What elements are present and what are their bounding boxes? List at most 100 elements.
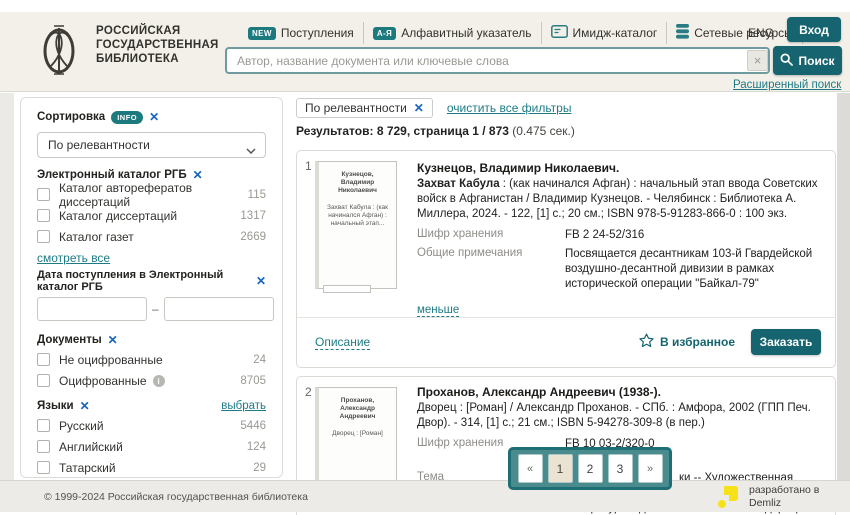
documents-section-title: Документы: [37, 334, 102, 346]
brand-line-1: РОССИЙСКАЯ: [96, 24, 219, 38]
nav-image-catalog-label: Имидж-каталог: [573, 26, 658, 40]
languages-section-title: Языки: [37, 400, 74, 412]
add-to-favorites-button[interactable]: В избранное: [639, 333, 735, 351]
languages-remove-icon[interactable]: ✕: [80, 399, 90, 413]
choose-languages-link[interactable]: выбрать: [221, 400, 266, 412]
search-icon: [780, 53, 793, 69]
filter-label[interactable]: Не оцифрованные: [59, 353, 163, 367]
date-to-input[interactable]: [164, 297, 274, 321]
demliz-logo-icon: [716, 484, 740, 515]
filter-label[interactable]: Оцифрованные: [59, 374, 147, 388]
filter-label[interactable]: Татарский: [59, 461, 116, 475]
result-actions: Описание В избранное Заказать: [315, 325, 821, 359]
filter-label[interactable]: Каталог газет: [59, 230, 134, 244]
brand-line-3: БИБЛИОТЕКА: [96, 52, 219, 66]
filter-row: Каталог газет 2669: [37, 226, 266, 247]
checkbox[interactable]: [37, 209, 50, 222]
pagination-next-button[interactable]: »: [638, 454, 663, 483]
nav-item-image-catalog[interactable]: Имидж-каталог: [551, 25, 658, 41]
checkbox[interactable]: [37, 374, 50, 387]
filter-chip[interactable]: По релевантности ✕: [296, 98, 433, 118]
star-icon: [639, 333, 654, 351]
developer-line-2: Demliz: [749, 497, 819, 510]
info-circle-icon[interactable]: i: [153, 375, 165, 387]
pagination-prev-button[interactable]: «: [518, 454, 543, 483]
filter-chip-remove-icon[interactable]: ✕: [414, 101, 424, 115]
field-row: Шифр хранения FB 2 24-52/316: [417, 228, 823, 243]
nav-divider: [363, 22, 364, 44]
filter-row: Татарский 29: [37, 457, 266, 478]
login-button[interactable]: Вход: [787, 17, 841, 42]
filter-row: Русский 5446: [37, 415, 266, 436]
result-title[interactable]: Кузнецов, Владимир Николаевич.: [417, 161, 823, 175]
field-row: Общие примечания Посвящается десантникам…: [417, 247, 823, 292]
see-all-link[interactable]: смотреть все: [37, 251, 110, 265]
checkbox[interactable]: [37, 353, 50, 366]
search-button-label: Поиск: [798, 54, 834, 68]
catalog-section-title: Электронный каталог РГБ: [37, 169, 187, 181]
filter-count: 24: [253, 354, 266, 366]
results-summary: Результатов: 8 729, страница 1 / 873 (0.…: [296, 124, 575, 138]
nav-alphabet-label: Алфавитный указатель: [401, 26, 531, 40]
search-button[interactable]: Поиск: [773, 46, 842, 75]
active-filters-row: По релевантности ✕ очистить все фильтры: [296, 98, 571, 118]
documents-remove-icon[interactable]: ✕: [108, 333, 118, 347]
filter-row: Английский 124: [37, 436, 266, 457]
result-number: 1: [305, 159, 312, 173]
footer: © 1999-2024 Российская государственная б…: [0, 480, 850, 512]
developer-text: разработано в Demliz: [749, 484, 819, 515]
filter-label[interactable]: Английский: [59, 440, 123, 454]
clear-all-filters-link[interactable]: очистить все фильтры: [447, 101, 572, 115]
checkbox[interactable]: [37, 461, 50, 474]
filter-row: Каталог авторефератов диссертаций 115: [37, 184, 266, 205]
advanced-search-link[interactable]: Расширенный поиск: [733, 79, 841, 91]
sort-remove-icon[interactable]: ✕: [149, 110, 159, 124]
filter-row: Не оцифрованные 24: [37, 349, 266, 370]
info-badge[interactable]: INFO: [111, 111, 143, 124]
field-value: FB 2 24-52/316: [565, 228, 823, 243]
date-section-title: Дата поступления в Электронный каталог Р…: [37, 269, 250, 293]
filter-label[interactable]: Русский: [59, 419, 104, 433]
search-clear-icon[interactable]: ×: [747, 50, 768, 71]
filter-count: 29: [253, 462, 266, 474]
card-divider: [297, 317, 835, 318]
date-from-input[interactable]: [37, 297, 147, 321]
nav-item-arrivals[interactable]: NEW Поступления: [248, 26, 354, 40]
filter-count: 8705: [240, 375, 266, 387]
checkbox[interactable]: [37, 230, 50, 243]
filter-label[interactable]: Каталог диссертаций: [59, 209, 177, 223]
filter-label[interactable]: Каталог авторефератов диссертаций: [59, 181, 248, 209]
checkbox[interactable]: [37, 419, 50, 432]
field-value: Посвящается десантникам 103-й Гвардейско…: [565, 247, 823, 292]
nav-item-alphabet-index[interactable]: А-Я Алфавитный указатель: [373, 26, 532, 40]
search-input[interactable]: [225, 47, 770, 74]
language-switch[interactable]: ENG: [748, 26, 774, 40]
filter-count: 115: [248, 189, 266, 201]
description-link[interactable]: Описание: [315, 335, 370, 350]
nav-item-network-resources[interactable]: Сетевые ресурсы: [676, 24, 793, 42]
show-less-link[interactable]: меньше: [417, 304, 459, 317]
brand-line-2: ГОСУДАРСТВЕННАЯ: [96, 38, 219, 52]
header: РОССИЙСКАЯ ГОСУДАРСТВЕННАЯ БИБЛИОТЕКА NE…: [0, 12, 850, 92]
right-scroll-gutter[interactable]: [837, 93, 850, 480]
page: РОССИЙСКАЯ ГОСУДАРСТВЕННАЯ БИБЛИОТЕКА NE…: [0, 0, 850, 515]
pagination-page-3[interactable]: 3: [608, 454, 633, 483]
checkbox[interactable]: [37, 440, 50, 453]
thumb-title: Дворец : [Роман]: [324, 430, 391, 438]
filter-row: Оцифрованные i 8705: [37, 370, 266, 391]
pagination-page-2[interactable]: 2: [578, 454, 603, 483]
nav-arrivals-label: Поступления: [281, 26, 354, 40]
book-cover-thumbnail[interactable]: Кузнецов, Владимир Николаевич Захват Каб…: [315, 161, 397, 289]
checkbox[interactable]: [37, 188, 50, 201]
rgb-logo-icon: [30, 18, 88, 82]
thumb-author: Кузнецов, Владимир Николаевич: [324, 171, 391, 195]
result-title[interactable]: Проханов, Александр Андреевич (1938-).: [417, 385, 823, 399]
order-button[interactable]: Заказать: [751, 329, 821, 355]
pagination-page-1[interactable]: 1: [548, 454, 573, 483]
favorites-label: В избранное: [660, 335, 735, 349]
filter-chip-label: По релевантности: [305, 101, 407, 115]
result-description: Дворец : [Роман] / Александр Проханов. -…: [417, 401, 823, 431]
date-range-dash: –: [152, 302, 159, 316]
date-remove-icon[interactable]: ✕: [256, 274, 266, 288]
sort-select[interactable]: По релевантности: [37, 132, 266, 158]
